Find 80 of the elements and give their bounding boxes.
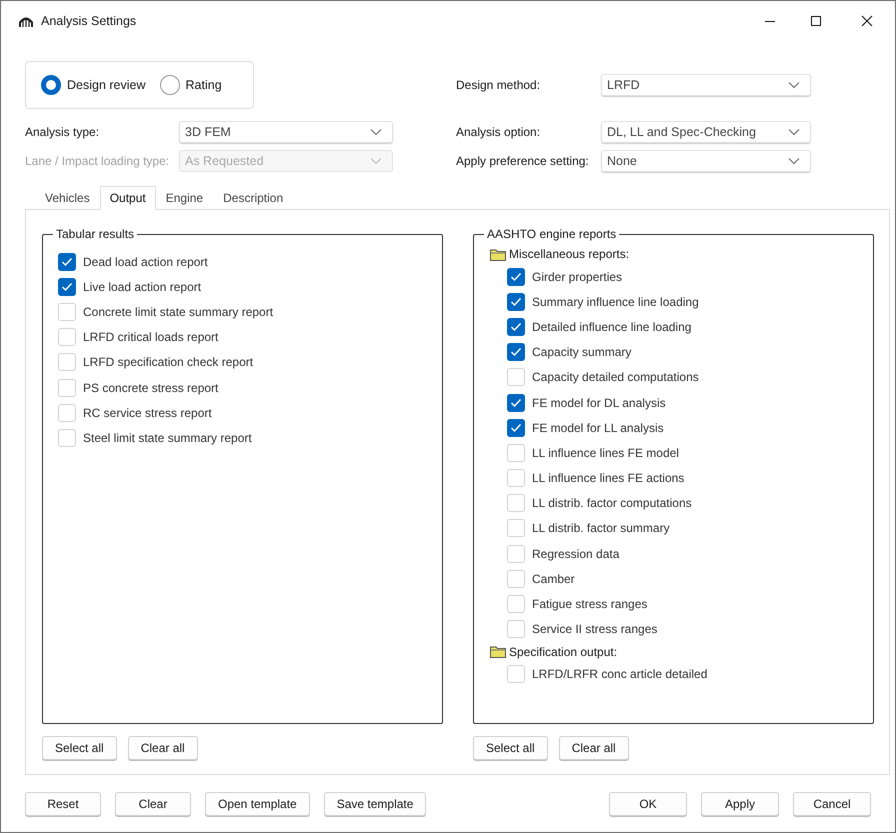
checkbox-label: PS concrete stress report xyxy=(83,380,218,395)
checkbox-label: FE model for LL analysis xyxy=(532,420,664,435)
maximize-icon xyxy=(810,15,822,27)
button[interactable]: Select all xyxy=(473,736,548,760)
button[interactable]: Apply xyxy=(701,792,779,816)
folder-icon xyxy=(490,248,506,260)
window-title: Analysis Settings xyxy=(41,14,136,28)
caret-icon xyxy=(788,81,800,89)
tab[interactable]: Output xyxy=(100,186,156,210)
tree-node-label: Specification output: xyxy=(509,644,618,659)
checkmark-icon xyxy=(510,296,522,307)
button[interactable]: Clear xyxy=(115,792,191,816)
field-label: Analysis option: xyxy=(456,125,542,139)
button[interactable]: Reset xyxy=(25,792,101,816)
checkmark-icon xyxy=(61,282,73,292)
checkbox[interactable] xyxy=(507,343,525,362)
checkmark-icon xyxy=(510,347,522,358)
dropdown[interactable]: 3D FEM xyxy=(179,121,393,143)
radio-button[interactable]: Design review xyxy=(41,75,146,95)
checkbox[interactable] xyxy=(507,318,525,336)
checkbox-label: Capacity summary xyxy=(532,345,632,360)
checkmark-icon xyxy=(61,256,73,267)
checkbox[interactable] xyxy=(507,394,525,412)
checkbox-label: RC service stress report xyxy=(83,406,212,420)
checkbox[interactable] xyxy=(58,278,76,296)
checkmark-icon xyxy=(510,272,522,282)
checkbox-label: LRFD critical loads report xyxy=(83,330,218,344)
checkmark-icon xyxy=(510,422,522,433)
dropdown[interactable]: DL, LL and Spec-Checking xyxy=(601,121,811,143)
radio-button[interactable]: Rating xyxy=(160,75,222,95)
checkbox-label: Service II stress ranges xyxy=(532,622,658,636)
button[interactable]: Open template xyxy=(205,792,310,816)
checkbox-label: Capacity detailed computations xyxy=(532,370,699,384)
checkbox[interactable] xyxy=(507,418,525,437)
button[interactable]: Clear all xyxy=(558,736,629,760)
checkbox-label: LL distrib. factor summary xyxy=(532,521,670,536)
button[interactable]: OK xyxy=(609,792,687,816)
field-label: Lane / Impact loading type: xyxy=(25,154,170,168)
checkbox-label: Dead load action report xyxy=(83,254,208,269)
checkbox[interactable] xyxy=(507,268,525,286)
checkbox[interactable] xyxy=(507,292,525,311)
button[interactable]: Select all xyxy=(42,736,117,760)
checkbox-label: Live load action report xyxy=(83,280,202,294)
dropdown[interactable]: LRFD xyxy=(601,74,811,96)
checkmark-icon xyxy=(510,398,522,408)
folder-icon xyxy=(490,645,506,658)
caret-icon xyxy=(370,157,382,165)
tab[interactable]: Description xyxy=(213,186,294,209)
checkbox-label: LL influence lines FE actions xyxy=(532,471,684,486)
tree-node-label: Miscellaneous reports: xyxy=(509,247,630,261)
button[interactable]: Save template xyxy=(324,792,426,816)
field-label: Apply preference setting: xyxy=(456,154,590,168)
checkbox-label: Regression data xyxy=(532,546,620,561)
checkbox-label: LL distrib. factor computations xyxy=(532,496,692,510)
checkbox-label: Girder properties xyxy=(532,270,622,284)
checkmark-icon xyxy=(510,322,522,332)
button[interactable]: Cancel xyxy=(793,792,871,816)
checkbox-label: LRFD specification check report xyxy=(83,355,254,370)
checkbox-label: Summary influence line loading xyxy=(532,294,699,309)
tab[interactable]: Engine xyxy=(156,186,214,209)
tab[interactable]: Vehicles xyxy=(35,186,100,209)
checkbox-label: LRFD/LRFR conc article detailed xyxy=(532,667,708,682)
group-title: Tabular results xyxy=(53,227,138,241)
checkbox-label: Camber xyxy=(532,572,575,586)
field-label: Analysis type: xyxy=(25,125,100,139)
checkbox-label: Detailed influence line loading xyxy=(532,320,692,334)
caret-icon xyxy=(788,128,800,136)
checkbox-label: FE model for DL analysis xyxy=(532,396,666,410)
checkbox-label: LL influence lines FE model xyxy=(532,446,679,460)
button[interactable]: Clear all xyxy=(128,736,198,760)
checkbox[interactable] xyxy=(58,252,76,271)
field-label: Design method: xyxy=(456,78,542,92)
checkbox-label: Fatigue stress ranges xyxy=(532,597,648,612)
caret-icon xyxy=(788,157,800,165)
group-title: AASHTO engine reports xyxy=(484,227,620,241)
caret-icon xyxy=(370,128,382,136)
checkbox-label: Steel limit state summary report xyxy=(83,430,252,445)
dropdown[interactable]: None xyxy=(601,150,811,172)
close-icon xyxy=(861,15,873,27)
checkbox-label: Concrete limit state summary report xyxy=(83,304,274,319)
